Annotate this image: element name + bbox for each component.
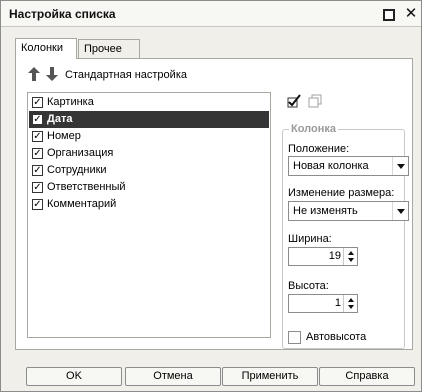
title-bar[interactable]: Настройка списка ✕ <box>1 1 421 27</box>
copy-icon[interactable] <box>307 93 323 109</box>
list-item[interactable]: ✓ Комментарий <box>29 196 269 213</box>
position-select[interactable]: Новая колонка <box>288 156 409 176</box>
width-value: 19 <box>328 250 341 262</box>
position-label: Положение: <box>288 143 350 155</box>
resize-select[interactable]: Не изменять <box>288 201 409 221</box>
height-spinner[interactable]: 1 <box>288 294 358 313</box>
list-item-label: Дата <box>47 113 73 125</box>
list-item[interactable]: ✓ Ответственный <box>29 179 269 196</box>
close-icon[interactable]: ✕ <box>403 5 419 21</box>
list-item[interactable]: ✓ Картинка <box>29 94 269 111</box>
group-title: Колонка <box>289 123 338 135</box>
arrow-up-icon[interactable] <box>28 67 40 81</box>
check-icon[interactable] <box>286 93 302 109</box>
list-item[interactable]: ✓ Номер <box>29 128 269 145</box>
maximize-icon[interactable] <box>383 9 395 21</box>
list-item-label: Ответственный <box>47 181 126 193</box>
list-item[interactable]: ✓ Сотрудники <box>29 162 269 179</box>
checkbox[interactable]: ✓ <box>32 131 43 142</box>
list-settings-dialog: Настройка списка ✕ Колонки Прочее Станда… <box>0 0 422 392</box>
autoheight-checkbox[interactable] <box>288 331 301 344</box>
tab-other-label: Прочее <box>84 43 122 55</box>
chevron-down-icon[interactable] <box>392 202 408 220</box>
tab-other[interactable]: Прочее <box>78 39 140 58</box>
resize-value: Не изменять <box>293 205 358 217</box>
tab-columns-label: Колонки <box>21 42 63 54</box>
checkbox[interactable]: ✓ <box>32 148 43 159</box>
help-button[interactable]: Справка <box>319 367 415 386</box>
list-item[interactable]: ✓ Организация <box>29 145 269 162</box>
list-item-label: Сотрудники <box>47 164 107 176</box>
width-label: Ширина: <box>288 233 332 245</box>
position-value: Новая колонка <box>293 160 369 172</box>
spin-arrows-icon[interactable] <box>343 295 357 312</box>
checkbox[interactable]: ✓ <box>32 114 43 125</box>
list-item-label: Картинка <box>47 96 94 108</box>
spin-arrows-icon[interactable] <box>343 248 357 265</box>
arrow-down-icon[interactable] <box>46 67 58 81</box>
list-item-selected[interactable]: ✓ Дата <box>29 111 269 128</box>
autoheight-label: Автовысота <box>306 331 367 343</box>
columns-list[interactable]: ✓ Картинка ✓ Дата ✓ Номер ✓ Организация … <box>27 92 271 338</box>
checkbox[interactable]: ✓ <box>32 182 43 193</box>
cancel-button[interactable]: Отмена <box>125 367 221 386</box>
height-value: 1 <box>334 297 341 309</box>
list-item-label: Комментарий <box>47 198 117 210</box>
apply-button[interactable]: Применить <box>222 367 318 386</box>
checkbox[interactable]: ✓ <box>32 165 43 176</box>
standard-settings-button[interactable]: Стандартная настройка <box>65 69 187 81</box>
list-item-label: Номер <box>47 130 81 142</box>
resize-label: Изменение размера: <box>288 187 395 199</box>
checkbox[interactable]: ✓ <box>32 199 43 210</box>
window-title: Настройка списка <box>9 7 116 21</box>
chevron-down-icon[interactable] <box>392 157 408 175</box>
list-item-label: Организация <box>47 147 114 159</box>
ok-button[interactable]: OK <box>26 367 122 386</box>
tab-columns[interactable]: Колонки <box>15 38 77 59</box>
height-label: Высота: <box>288 280 329 292</box>
checkbox[interactable]: ✓ <box>32 97 43 108</box>
width-spinner[interactable]: 19 <box>288 247 358 266</box>
